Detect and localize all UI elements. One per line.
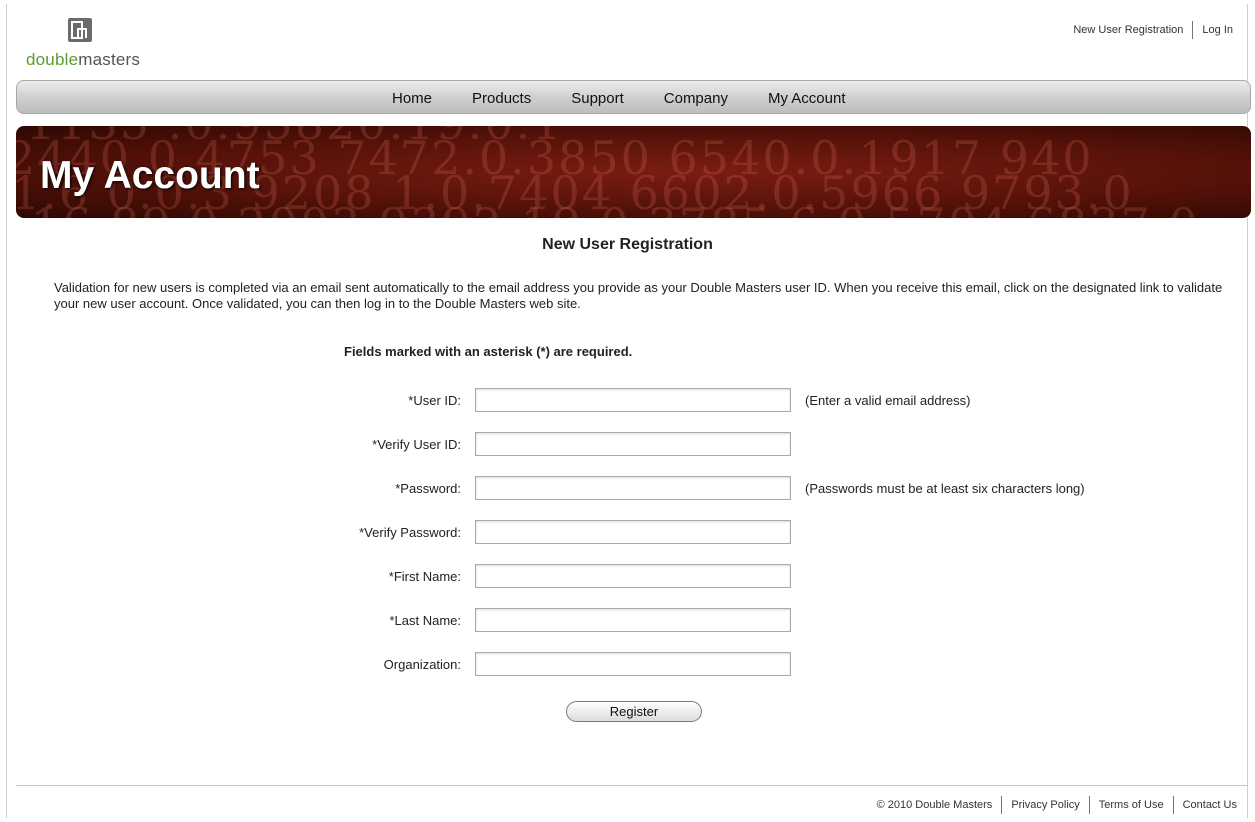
- nav-item-products[interactable]: Products: [472, 90, 531, 107]
- nav-item-support[interactable]: Support: [571, 90, 624, 107]
- verify-password-label: *Verify Password:: [359, 525, 461, 540]
- doublemasters-logo[interactable]: doublemasters: [26, 18, 166, 76]
- verify-user-id-input[interactable]: [475, 432, 791, 456]
- nav-item-home[interactable]: Home: [392, 90, 432, 107]
- form-row-first-name: *First Name:: [0, 564, 1255, 590]
- last-name-label: *Last Name:: [389, 613, 461, 628]
- footer-separator: [1088, 796, 1090, 814]
- contact-us-link[interactable]: Contact Us: [1183, 799, 1237, 811]
- logo-text-gray: masters: [78, 50, 141, 69]
- footer: © 2010 Double Masters Privacy Policy Ter…: [877, 796, 1237, 814]
- page-banner: 1135 .0.95820.19.0.1 2440.0.4753 7472.0.…: [16, 126, 1251, 218]
- first-name-label: *First Name:: [388, 569, 461, 584]
- form-row-verify-user-id: *Verify User ID:: [0, 432, 1255, 458]
- logo-mark-icon: [68, 18, 92, 42]
- password-hint: (Passwords must be at least six characte…: [805, 481, 1085, 496]
- log-in-link[interactable]: Log In: [1202, 24, 1233, 36]
- form-row-user-id: *User ID: (Enter a valid email address): [0, 388, 1255, 414]
- password-label: *Password:: [395, 481, 461, 496]
- form-row-password: *Password: (Passwords must be at least s…: [0, 476, 1255, 502]
- register-button[interactable]: Register: [566, 701, 702, 722]
- privacy-policy-link[interactable]: Privacy Policy: [1011, 799, 1079, 811]
- copyright-text: © 2010 Double Masters: [876, 799, 993, 811]
- password-input[interactable]: [475, 476, 791, 500]
- organization-label: Organization:: [383, 657, 461, 672]
- first-name-input[interactable]: [475, 564, 791, 588]
- footer-separator: [1172, 796, 1174, 814]
- nav-item-my-account[interactable]: My Account: [768, 90, 846, 107]
- user-id-label: *User ID:: [408, 393, 461, 408]
- footer-divider: [16, 785, 1248, 786]
- verify-user-id-label: *Verify User ID:: [372, 437, 461, 452]
- form-row-verify-password: *Verify Password:: [0, 520, 1255, 546]
- top-links-divider: [1192, 21, 1194, 39]
- top-links: New User Registration Log In: [1073, 21, 1233, 39]
- user-id-hint: (Enter a valid email address): [805, 393, 971, 408]
- logo-text-green: double: [26, 50, 79, 69]
- required-fields-note: Fields marked with an asterisk (*) are r…: [344, 344, 633, 359]
- form-row-last-name: *Last Name:: [0, 608, 1255, 634]
- page-title: My Account: [40, 154, 260, 197]
- organization-input[interactable]: [475, 652, 791, 676]
- nav-items: Home Products Support Company My Account: [392, 81, 886, 115]
- form-row-organization: Organization:: [0, 652, 1255, 678]
- new-user-registration-link[interactable]: New User Registration: [1073, 24, 1183, 36]
- main-navbar: Home Products Support Company My Account: [16, 80, 1251, 114]
- verify-password-input[interactable]: [475, 520, 791, 544]
- section-title: New User Registration: [542, 236, 713, 253]
- user-id-input[interactable]: [475, 388, 791, 412]
- nav-item-company[interactable]: Company: [664, 90, 728, 107]
- intro-text: Validation for new users is completed vi…: [54, 280, 1223, 311]
- last-name-input[interactable]: [475, 608, 791, 632]
- terms-of-use-link[interactable]: Terms of Use: [1099, 799, 1164, 811]
- footer-separator: [1001, 796, 1003, 814]
- logo-wordmark: doublemasters: [26, 50, 140, 70]
- banner-digits-row: 16 89.0.2003 9392.19.0.3785 6.0.5704 683…: [31, 198, 1200, 218]
